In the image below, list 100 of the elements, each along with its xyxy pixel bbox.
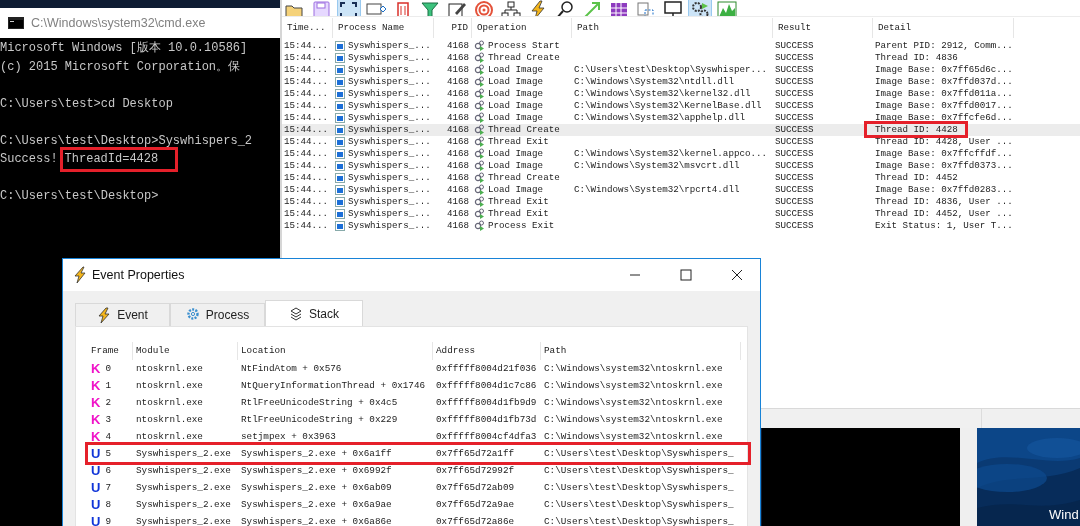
- table-cell: Image Base: 0x7ffd011a...: [875, 88, 1013, 99]
- table-cell-text: 9: [105, 515, 111, 526]
- table-cell-text: SUCCESS: [774, 100, 815, 112]
- table-cell: Syswhispers_...: [348, 208, 431, 220]
- table-cell-text: 15:44...: [283, 196, 330, 208]
- pencil-button[interactable]: [446, 0, 468, 16]
- table-cell-text: SUCCESS: [774, 64, 815, 76]
- table-cell: Load Image: [488, 64, 544, 76]
- floppy-button[interactable]: [311, 0, 333, 16]
- grid-button[interactable]: [608, 0, 630, 16]
- event-row[interactable]: 15:44... Syswhispers_... 4168 Thread Exit SUCCESS Thread ID: 4836, User ...: [282, 196, 1080, 208]
- table-cell-text: 15:44...: [283, 112, 330, 124]
- table-cell-text: 4168: [445, 148, 470, 160]
- table-cell-text: 4168: [445, 136, 470, 148]
- table-cell-text: 15:44...: [283, 64, 330, 76]
- tab[interactable]: Process: [170, 303, 265, 326]
- table-cell: Thread ID: 4836, User ...: [875, 196, 1013, 207]
- window-button[interactable]: [365, 0, 387, 16]
- event-row[interactable]: 15:44... Syswhispers_... 4168 Thread Exit SUCCESS Thread ID: 4428, User ...: [282, 136, 1080, 148]
- table-cell-text: SUCCESS: [774, 112, 815, 124]
- table-cell-text: SUCCESS: [774, 52, 815, 64]
- close-icon[interactable]: [731, 269, 743, 281]
- table-cell: Syswhispers_...: [348, 148, 431, 160]
- hierarchy-button[interactable]: [500, 0, 522, 16]
- table-cell-text: SUCCESS: [774, 76, 815, 88]
- event-row[interactable]: 15:44... Syswhispers_... 4168 Load Image C:\Windows\System32\kernel32.dll SUCCESS Image Base: 0x7ffd011a...: [282, 88, 1080, 100]
- column-header[interactable]: PID: [434, 17, 472, 38]
- column-header[interactable]: Detail: [873, 17, 1014, 38]
- tab[interactable]: Stack: [265, 300, 363, 326]
- table-cell-text: ntoskrnl.exe: [135, 430, 204, 444]
- monitor-button[interactable]: [662, 0, 684, 16]
- table-cell-text: 4168: [445, 88, 470, 100]
- event-row[interactable]: 15:44... Syswhispers_... 4168 Process Exit SUCCESS Exit Status: 1, User T...: [282, 220, 1080, 232]
- table-cell-text: 4168: [445, 64, 470, 76]
- table-cell-text: 15:44...: [283, 76, 330, 88]
- mode-letter: K: [91, 394, 101, 411]
- column-header[interactable]: Location: [238, 342, 433, 360]
- table-cell: Image Base: 0x7ffd0283...: [875, 184, 1013, 195]
- table-cell: Load Image: [488, 160, 544, 172]
- chart-button[interactable]: [716, 0, 738, 16]
- event-row[interactable]: 15:44... Syswhispers_... 4168 Process Start SUCCESS Parent PID: 2912, Comm...: [282, 40, 1080, 52]
- table-cell-text: 4168: [445, 40, 470, 52]
- mode-letter: U: [91, 513, 101, 526]
- table-cell-text: RtlFreeUnicodeString + 0x4c5: [240, 396, 399, 410]
- column-header[interactable]: Path: [541, 342, 741, 360]
- table-cell-text: 4168: [445, 52, 470, 64]
- table-cell: Syswhispers_...: [348, 124, 431, 136]
- table-cell-text: Syswhispers_2.exe + 0x6a9ae: [240, 498, 393, 512]
- column-header[interactable]: Module: [133, 342, 238, 360]
- table-cell: Parent PID: 2912, Comm...: [875, 40, 1013, 51]
- table-cell-text: 4168: [445, 220, 470, 232]
- table-cell-text: 4168: [445, 124, 470, 136]
- table-cell: Syswhispers_...: [348, 52, 431, 64]
- event-row[interactable]: 15:44... Syswhispers_... 4168 Load Image C:\Windows\System32\kernel.appco... SUCCESS Image Base: 0x7ffcffdf...: [282, 148, 1080, 160]
- column-header[interactable]: Result: [773, 17, 873, 38]
- table-cell-text: 15:44...: [283, 40, 330, 52]
- event-row[interactable]: 15:44... Syswhispers_... 4168 Thread Create SUCCESS Thread ID: 4452: [282, 172, 1080, 184]
- event-row[interactable]: 15:44... Syswhispers_... 4168 Load Image C:\Users\test\Desktop\Syswhisper... SUCCESS Image Base: 0x7ff65d6c...: [282, 64, 1080, 76]
- event-row[interactable]: 15:44... Syswhispers_... 4168 Load Image C:\Windows\System32\rpcrt4.dll SUCCESS Image Base: 0x7ffd0283...: [282, 184, 1080, 196]
- column-header[interactable]: Path: [572, 17, 773, 38]
- table-cell: Syswhispers_...: [348, 220, 431, 232]
- event-row[interactable]: 15:44... Syswhispers_... 4168 Load Image C:\Windows\System32\ntdll.dll SUCCESS Image Base: 0x7ffd037d...: [282, 76, 1080, 88]
- table-cell-text: SUCCESS: [774, 148, 815, 160]
- table-cell-text: SUCCESS: [774, 160, 815, 172]
- gears-icon: [474, 184, 485, 196]
- table-cell-text: 2: [105, 396, 111, 410]
- gears-icon: [474, 64, 485, 76]
- column-header[interactable]: Time...: [282, 17, 333, 38]
- column-header[interactable]: Frame: [88, 342, 133, 360]
- event-row[interactable]: 15:44... Syswhispers_... 4168 Load Image C:\Windows\System32\msvcrt.dll SUCCESS Image Base: 0x7ffd0373...: [282, 160, 1080, 172]
- column-header[interactable]: Address: [433, 342, 541, 360]
- console-text: Success!: [0, 151, 58, 168]
- event-row[interactable]: 15:44... Syswhispers_... 4168 Load Image C:\Windows\System32\KernelBase.dll SUCCESS Image Base: 0x7ffd0017...: [282, 100, 1080, 112]
- table-cell: Thread Exit: [488, 208, 549, 220]
- table-cell-text: 4168: [445, 208, 470, 220]
- table-cell-text: 8: [105, 498, 111, 512]
- table-cell: Syswhispers_...: [348, 112, 431, 124]
- console-text: Microsoft Windows [版本 10.0.10586]: [0, 40, 248, 57]
- table-cell-text: Syswhispers_2.exe + 0x6a86e: [240, 515, 393, 526]
- brackets-button[interactable]: [338, 0, 360, 16]
- tab[interactable]: Event: [75, 303, 170, 326]
- table-cell: Syswhispers_...: [348, 136, 431, 148]
- table-cell: Thread ID: 4428, User ...: [875, 136, 1013, 147]
- mode-letter: U: [91, 445, 101, 462]
- table-cell: Image Base: 0x7ffd0373...: [875, 160, 1013, 171]
- funnel-button[interactable]: [419, 0, 441, 16]
- table-cell-text: 6: [105, 464, 111, 478]
- gears-icon: [474, 88, 485, 100]
- maximize-icon[interactable]: [680, 269, 692, 281]
- column-header[interactable]: Process Name: [333, 17, 434, 38]
- table-cell-text: 15:44...: [283, 124, 330, 136]
- event-row[interactable]: 15:44... Syswhispers_... 4168 Thread Create SUCCESS Thread ID: 4836: [282, 52, 1080, 64]
- event-row[interactable]: 15:44... Syswhispers_... 4168 Thread Create SUCCESS Thread ID: 4428: [282, 124, 1080, 136]
- table-cell: Thread ID: 4428: [875, 124, 958, 135]
- table-cell-text: 0x7ff65d72a1ff: [435, 447, 516, 461]
- target-button[interactable]: [473, 0, 495, 16]
- gears-button[interactable]: [689, 0, 711, 16]
- column-header[interactable]: Operation: [472, 17, 572, 38]
- event-row[interactable]: 15:44... Syswhispers_... 4168 Thread Exit SUCCESS Thread ID: 4452, User ...: [282, 208, 1080, 220]
- table-cell: Syswhispers_...: [348, 100, 431, 112]
